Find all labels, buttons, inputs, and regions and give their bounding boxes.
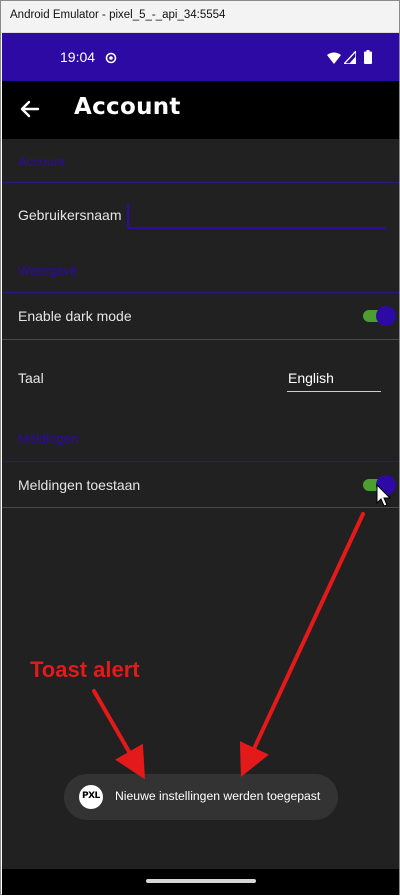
username-label: Gebruikersnaam [18, 207, 122, 223]
section-header-notifications: Meldingen [18, 431, 78, 446]
notifications-switch[interactable] [363, 475, 397, 495]
toast-message: PXL Nieuwe instellingen werden toegepast [64, 774, 338, 820]
toast-text: Nieuwe instellingen werden toegepast [115, 789, 321, 803]
annotation-label: Toast alert [30, 657, 140, 682]
gesture-handle[interactable] [146, 879, 256, 883]
window-title: Android Emulator - pixel_5_-_api_34:5554 [10, 9, 226, 21]
pxl-logo-icon: PXL [79, 785, 103, 809]
language-label: Taal [18, 370, 44, 386]
divider [2, 292, 399, 293]
battery-icon [364, 50, 372, 64]
signal-icon [344, 51, 356, 64]
switch-thumb [376, 475, 396, 495]
emulator-window: Android Emulator - pixel_5_-_api_34:5554… [0, 0, 400, 895]
sync-icon [105, 52, 117, 64]
language-dropdown[interactable]: English [287, 368, 381, 392]
section-header-display: Weergave [18, 263, 78, 278]
page-title: Account [74, 94, 181, 120]
window-titlebar[interactable]: Android Emulator - pixel_5_-_api_34:5554 [1, 1, 399, 33]
divider [2, 461, 399, 462]
settings-content: Account Gebruikersnaam Weergave Enable d… [2, 139, 399, 869]
dark-mode-label: Enable dark mode [18, 308, 132, 324]
status-bar: 19:04 [2, 33, 399, 81]
status-time: 19:04 [60, 49, 96, 65]
divider [2, 182, 399, 183]
username-input[interactable] [127, 204, 386, 229]
switch-thumb [376, 306, 396, 326]
language-value: English [288, 370, 334, 386]
navigation-bar [2, 869, 399, 895]
back-arrow-icon[interactable] [16, 95, 44, 123]
divider [2, 507, 399, 508]
notifications-label: Meldingen toestaan [18, 477, 141, 493]
section-header-account: Account [18, 154, 65, 169]
wifi-icon [327, 52, 341, 64]
dark-mode-switch[interactable] [363, 306, 397, 326]
app-bar: Account [2, 81, 399, 139]
divider [2, 339, 399, 340]
